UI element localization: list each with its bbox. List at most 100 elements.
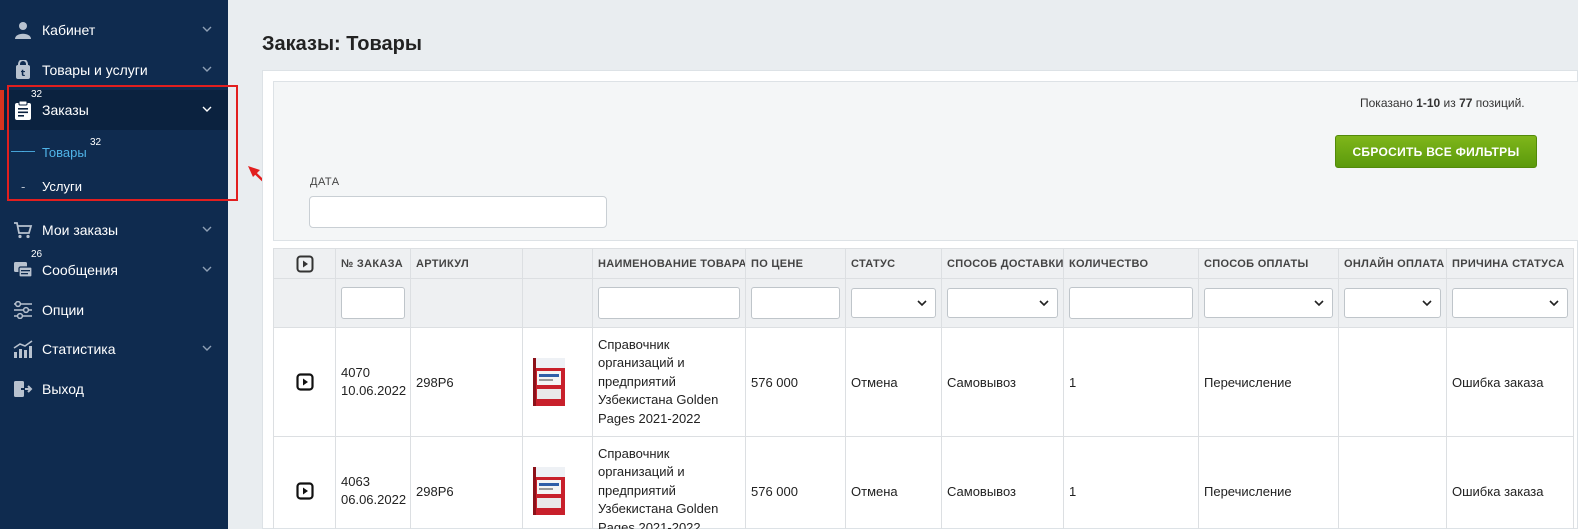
reset-filters-button[interactable]: СБРОСИТЬ ВСЕ ФИЛЬТРЫ (1335, 135, 1537, 168)
summary-total: 77 (1459, 96, 1473, 110)
sidebar-item-options[interactable]: Опции (0, 290, 228, 330)
chevron-down-icon (202, 345, 212, 351)
column-header-sku[interactable]: АРТИКУЛ (410, 248, 523, 279)
order-date: 10.06.2022 (341, 383, 407, 398)
product-name-cell[interactable]: Справочник организаций и предприятий Узб… (592, 327, 746, 437)
filter-cell (335, 278, 411, 328)
online-payment-filter-select[interactable] (1344, 288, 1441, 318)
sidebar-item-cabinet[interactable]: Кабинет (0, 10, 228, 50)
filter-cell (1446, 278, 1574, 328)
sidebar-item-label: Кабинет (42, 22, 96, 38)
order-no-filter-input[interactable] (341, 287, 405, 319)
sidebar-item-label: Статистика (42, 341, 116, 357)
product-name-cell[interactable]: Справочник организаций и предприятий Узб… (592, 436, 746, 529)
row-action-cell (273, 436, 336, 529)
filter-cell (941, 278, 1064, 328)
svg-text:t: t (21, 69, 26, 79)
chevron-down-icon (1039, 300, 1049, 307)
online-payment-cell (1338, 327, 1447, 437)
status-reason-filter-select[interactable] (1452, 288, 1568, 318)
online-payment-cell (1338, 436, 1447, 529)
messages-count-badge: 26 (31, 249, 43, 260)
quantity-cell: 1 (1063, 436, 1199, 529)
active-indicator (0, 90, 4, 130)
logout-icon (13, 379, 33, 399)
quantity-cell: 1 (1063, 327, 1199, 437)
chevron-down-icon (202, 226, 212, 232)
delivery-cell: Самовывоз (941, 327, 1064, 437)
status-filter-select[interactable] (851, 288, 936, 318)
shopping-bag-icon: t (13, 60, 33, 80)
sliders-icon (13, 300, 33, 320)
column-header-status[interactable]: СТАТУС (845, 248, 942, 279)
column-header-price[interactable]: ПО ЦЕНЕ (745, 248, 846, 279)
status-reason-cell: Ошибка заказа (1446, 327, 1574, 437)
status-reason-cell: Ошибка заказа (1446, 436, 1574, 529)
chevron-down-icon (1422, 300, 1432, 307)
sidebar-item-logout[interactable]: Выход (0, 369, 228, 409)
sidebar-item-label: Товары и услуги (42, 62, 148, 78)
column-header-action (273, 248, 336, 279)
column-header-quantity[interactable]: КОЛИЧЕСТВО (1063, 248, 1199, 279)
orders-table: № ЗАКАЗА АРТИКУЛ НАИМЕНОВАНИЕ ТОВАРА ПО … (273, 248, 1578, 529)
column-header-delivery[interactable]: СПОСОБ ДОСТАВКИ (941, 248, 1064, 279)
sku-cell: 298P6 (410, 436, 523, 529)
order-number: 4063 (341, 473, 370, 489)
sidebar-item-label: Мои заказы (42, 222, 119, 238)
sidebar-item-my-orders[interactable]: Мои заказы (0, 210, 228, 250)
filter-cell (845, 278, 942, 328)
chevron-down-icon (202, 26, 212, 32)
sidebar-item-label: Выход (42, 381, 84, 397)
date-filter-input[interactable] (309, 196, 607, 228)
sku-cell: 298P6 (410, 327, 523, 437)
summary-range: 1-10 (1416, 96, 1441, 110)
payment-filter-select[interactable] (1204, 288, 1333, 318)
order-number: 4070 (341, 364, 370, 380)
filter-cell (745, 278, 846, 328)
view-order-icon[interactable] (295, 482, 314, 500)
price-filter-input[interactable] (751, 287, 840, 319)
column-header-image (522, 248, 593, 279)
column-header-payment[interactable]: СПОСОБ ОПЛАТЫ (1198, 248, 1339, 279)
quantity-filter-input[interactable] (1069, 287, 1193, 319)
order-date: 06.06.2022 (341, 492, 407, 507)
chevron-down-icon (202, 266, 212, 272)
sidebar-item-messages[interactable]: 26 Сообщения (0, 249, 228, 290)
sidebar: Кабинет t Товары и услуги 32 Заказы —— Т… (0, 0, 228, 529)
payment-cell: Перечисление (1198, 327, 1339, 437)
view-order-icon[interactable] (295, 373, 314, 391)
thumbnail-cell (522, 327, 593, 437)
user-icon (13, 20, 33, 40)
chevron-down-icon (1314, 300, 1324, 307)
price-cell: 576 000 (745, 327, 846, 437)
stats-chart-icon (13, 339, 33, 359)
filter-cell (1338, 278, 1447, 328)
name-filter-input[interactable] (598, 287, 740, 319)
column-header-name[interactable]: НАИМЕНОВАНИЕ ТОВАРА (592, 248, 746, 279)
pagination-summary: Показано 1-10 из 77 позиций. (1360, 96, 1525, 110)
cart-icon (13, 220, 33, 240)
book-cover-image[interactable] (531, 465, 567, 517)
sidebar-item-statistics[interactable]: Статистика (0, 329, 228, 369)
table-row: 4063 06.06.2022 298P6 Справочник организа… (273, 436, 1574, 529)
sidebar-item-products-services[interactable]: t Товары и услуги (0, 50, 228, 90)
filter-cell-empty (522, 278, 593, 328)
sidebar-item-label: Сообщения (42, 262, 118, 278)
play-square-icon (296, 255, 313, 272)
delivery-filter-select[interactable] (947, 288, 1058, 318)
column-header-order-no[interactable]: № ЗАКАЗА (335, 248, 411, 279)
column-header-online-payment[interactable]: ОНЛАЙН ОПЛАТА (1338, 248, 1447, 279)
sidebar-item-label: Опции (42, 302, 85, 318)
chevron-down-icon (1549, 300, 1559, 307)
order-no-cell: 4070 10.06.2022 (335, 327, 411, 437)
payment-cell: Перечисление (1198, 436, 1339, 529)
chevron-down-icon (917, 300, 927, 307)
table-row: 4070 10.06.2022 298P6 Справочник организа… (273, 327, 1574, 437)
filter-cell (1063, 278, 1199, 328)
filter-cell-empty (410, 278, 523, 328)
messages-icon (13, 260, 33, 280)
status-cell: Отмена (845, 436, 942, 529)
delivery-cell: Самовывоз (941, 436, 1064, 529)
column-header-status-reason[interactable]: ПРИЧИНА СТАТУСА (1446, 248, 1574, 279)
book-cover-image[interactable] (531, 356, 567, 408)
